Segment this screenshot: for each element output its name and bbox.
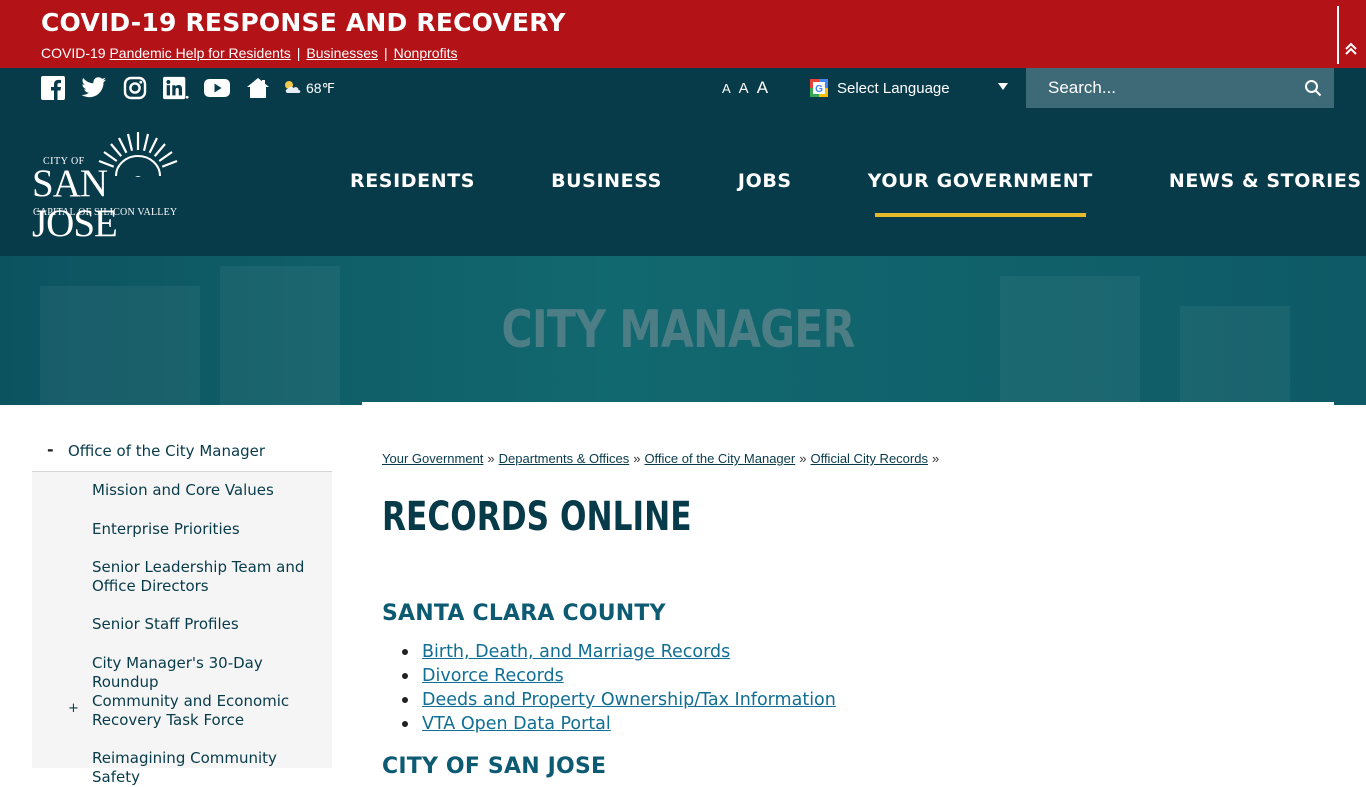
social-links: 68℉ bbox=[40, 76, 335, 100]
sidebar-submenu: Mission and Core Values Enterprise Prior… bbox=[32, 472, 332, 786]
hero-banner: CITY MANAGER bbox=[0, 256, 1366, 405]
nav-your-government[interactable]: YOUR GOVERNMENT bbox=[830, 158, 1131, 217]
link-separator: | bbox=[296, 45, 301, 61]
youtube-icon[interactable] bbox=[204, 76, 230, 100]
search-box bbox=[1026, 68, 1334, 108]
pandemic-help-link[interactable]: Pandemic Help for Residents bbox=[109, 45, 290, 61]
birth-death-marriage-link[interactable]: Birth, Death, and Marriage Records bbox=[422, 642, 730, 662]
main-nav: RESIDENTS BUSINESS JOBS YOUR GOVERNMENT … bbox=[312, 158, 1366, 217]
font-size-small[interactable]: A bbox=[722, 81, 731, 96]
list-item: Divorce Records bbox=[402, 664, 836, 688]
banner-divider bbox=[1337, 6, 1339, 64]
font-size-large[interactable]: A bbox=[757, 78, 768, 98]
collapse-toggle[interactable]: - bbox=[47, 440, 54, 459]
weather-widget[interactable]: 68℉ bbox=[282, 79, 335, 98]
search-icon[interactable] bbox=[1304, 79, 1322, 97]
nav-jobs[interactable]: JOBS bbox=[700, 158, 830, 204]
site-header: CITY OF SAN JOSE CAPITAL OF SILICON VALL… bbox=[0, 108, 1366, 256]
nav-label: JOBS bbox=[737, 170, 792, 192]
svg-text:G: G bbox=[815, 84, 823, 95]
language-selector[interactable]: G Select Language bbox=[810, 77, 1016, 99]
page-title: RECORDS ONLINE bbox=[382, 494, 692, 540]
sidebar-item-senior-leadership[interactable]: Senior Leadership Team and Office Direct… bbox=[92, 558, 328, 596]
breadcrumb-office-city-manager[interactable]: Office of the City Manager bbox=[644, 451, 795, 466]
businesses-link[interactable]: Businesses bbox=[306, 45, 378, 61]
nav-label: YOUR GOVERNMENT bbox=[867, 170, 1093, 192]
nav-label: NEWS & STORIES bbox=[1168, 170, 1362, 192]
link-separator: | bbox=[384, 45, 388, 61]
covid-prefix: COVID-19 bbox=[41, 45, 106, 61]
sidebar-item-mission[interactable]: Mission and Core Values bbox=[92, 481, 328, 500]
sidebar-item-recovery-task-force[interactable]: Community and Economic Recovery Task For… bbox=[92, 692, 328, 730]
sidebar-item-senior-staff-profiles[interactable]: Senior Staff Profiles bbox=[92, 615, 328, 634]
city-logo[interactable]: CITY OF SAN JOSE CAPITAL OF SILICON VALL… bbox=[32, 130, 184, 244]
sidebar: - Office of the City Manager Mission and… bbox=[32, 430, 332, 786]
breadcrumb-official-records[interactable]: Official City Records bbox=[810, 451, 928, 466]
sidebar-item-office-of-city-manager[interactable]: - Office of the City Manager bbox=[32, 430, 332, 472]
breadcrumb-separator: » bbox=[487, 451, 495, 466]
breadcrumb-separator: » bbox=[799, 451, 807, 466]
hero-underline bbox=[362, 402, 1334, 405]
linkedin-icon[interactable] bbox=[163, 76, 189, 100]
google-translate-icon: G bbox=[810, 79, 828, 97]
breadcrumb-your-government[interactable]: Your Government bbox=[382, 451, 483, 466]
facebook-icon[interactable] bbox=[40, 76, 66, 100]
nav-label: BUSINESS bbox=[551, 170, 662, 192]
instagram-icon[interactable] bbox=[122, 76, 148, 100]
dropdown-arrow-icon bbox=[998, 83, 1008, 90]
font-size-controls: A A A bbox=[722, 78, 768, 98]
nav-label: RESIDENTS bbox=[350, 170, 476, 192]
language-label: Select Language bbox=[837, 79, 950, 97]
list-item: Deeds and Property Ownership/Tax Informa… bbox=[402, 688, 836, 712]
expand-toggle[interactable]: + bbox=[68, 701, 79, 716]
list-item: VTA Open Data Portal bbox=[402, 712, 836, 736]
covid-banner-links: COVID-19 Pandemic Help for Residents | Bus… bbox=[41, 45, 457, 61]
sidebar-item-30-day-roundup[interactable]: City Manager's 30-Day Roundup bbox=[92, 654, 328, 692]
breadcrumb-separator: » bbox=[931, 451, 940, 466]
utility-bar: 68℉ A A A G Select Language bbox=[0, 68, 1366, 108]
hero-title: CITY MANAGER bbox=[501, 300, 855, 360]
covid-banner-title: COVID-19 RESPONSE AND RECOVERY bbox=[41, 8, 566, 37]
breadcrumb-separator: » bbox=[633, 451, 641, 466]
nonprofits-link[interactable]: Nonprofits bbox=[394, 45, 458, 61]
nav-news-stories[interactable]: NEWS & STORIES bbox=[1131, 158, 1366, 204]
collapse-banner-icon[interactable] bbox=[1344, 42, 1358, 56]
partly-cloudy-icon bbox=[282, 79, 302, 98]
font-size-medium[interactable]: A bbox=[739, 80, 749, 97]
section-heading-city-of-san-jose: CITY OF SAN JOSE bbox=[382, 754, 607, 779]
search-input[interactable] bbox=[1026, 68, 1296, 108]
breadcrumb: Your Government» Departments & Offices» Of… bbox=[382, 451, 943, 466]
sidebar-item-enterprise-priorities[interactable]: Enterprise Priorities bbox=[92, 520, 328, 539]
temperature: 68℉ bbox=[306, 79, 335, 96]
deeds-property-link[interactable]: Deeds and Property Ownership/Tax Informa… bbox=[422, 690, 836, 710]
nav-business[interactable]: BUSINESS bbox=[513, 158, 700, 204]
active-nav-indicator bbox=[874, 213, 1086, 217]
divorce-records-link[interactable]: Divorce Records bbox=[422, 666, 564, 686]
sidebar-item-label: Office of the City Manager bbox=[68, 442, 266, 460]
vta-open-data-link[interactable]: VTA Open Data Portal bbox=[422, 714, 611, 734]
covid-banner: COVID-19 RESPONSE AND RECOVERY COVID-19 … bbox=[0, 0, 1366, 68]
breadcrumb-departments[interactable]: Departments & Offices bbox=[499, 451, 630, 466]
list-item: Birth, Death, and Marriage Records bbox=[402, 640, 836, 664]
nav-residents[interactable]: RESIDENTS bbox=[312, 158, 513, 204]
sidebar-item-reimagining-safety[interactable]: Reimagining Community Safety bbox=[92, 749, 328, 787]
twitter-icon[interactable] bbox=[81, 76, 107, 100]
section-heading-santa-clara: SANTA CLARA COUNTY bbox=[382, 601, 666, 626]
logo-name: SAN JOSE bbox=[32, 162, 118, 245]
santa-clara-links: Birth, Death, and Marriage Records Divor… bbox=[402, 640, 836, 736]
home-icon[interactable] bbox=[245, 76, 271, 100]
logo-tagline: CAPITAL OF SILICON VALLEY bbox=[33, 207, 178, 218]
